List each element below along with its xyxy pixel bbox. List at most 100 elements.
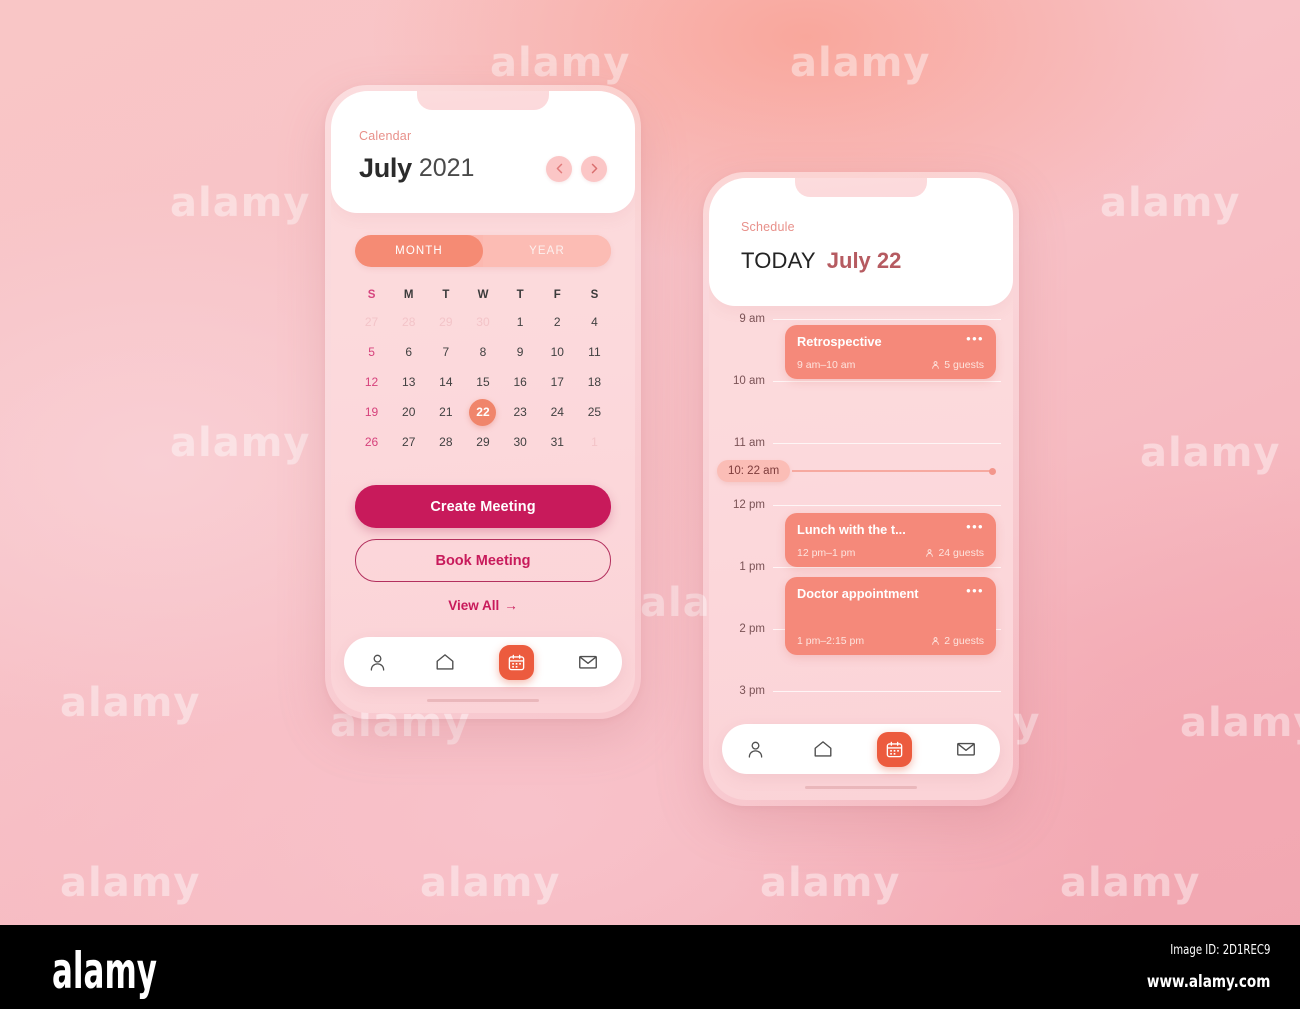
schedule-event-card[interactable]: Lunch with the t... ••• 12 pm–1 pm 24 guest…	[785, 513, 996, 567]
tab-home[interactable]	[810, 736, 836, 762]
schedule-today-label: TODAY	[741, 248, 816, 273]
calendar-day-number: 30	[513, 435, 527, 449]
create-meeting-button[interactable]: Create Meeting	[355, 485, 611, 528]
calendar-day[interactable]: 28	[390, 307, 427, 337]
footer-image-id: Image ID: 2D1REC9	[1169, 943, 1270, 958]
calendar-weekday-header: SMTWTFS	[353, 281, 613, 307]
calendar-day[interactable]: 2	[539, 307, 576, 337]
calendar-day[interactable]: 24	[539, 397, 576, 427]
hour-label: 11 am	[733, 436, 765, 449]
calendar-day[interactable]: 30	[464, 307, 501, 337]
book-meeting-button[interactable]: Book Meeting	[355, 539, 611, 582]
calendar-day[interactable]: 9	[502, 337, 539, 367]
timeline-hour-row: 11 am	[709, 437, 1001, 449]
phone-mockup-schedule: Schedule TODAY July 22 9 am 10 am 11 am 12 …	[703, 172, 1019, 806]
tab-mail[interactable]	[953, 736, 979, 762]
calendar-day[interactable]: 20	[390, 397, 427, 427]
calendar-day[interactable]: 27	[353, 307, 390, 337]
calendar-day-number: 7	[442, 345, 450, 359]
calendar-day[interactable]: 1	[502, 307, 539, 337]
next-month-button[interactable]	[581, 155, 607, 182]
home-indicator	[805, 785, 917, 789]
hour-label: 12 pm	[733, 498, 765, 511]
calendar-day[interactable]: 30	[502, 427, 539, 457]
event-meta-row: 12 pm–1 pm 24 guests	[797, 541, 984, 559]
calendar-day[interactable]: 12	[353, 367, 390, 397]
month-year-segmented-control[interactable]: MONTH YEAR	[355, 235, 611, 267]
calendar-day-number: 27	[402, 435, 416, 449]
tab-calendar-active[interactable]	[877, 731, 913, 767]
calendar-day[interactable]: 27	[390, 427, 427, 457]
calendar-day[interactable]: 29	[427, 307, 464, 337]
event-guest-count: 5 guests	[944, 359, 984, 371]
calendar-day[interactable]: 11	[576, 337, 613, 367]
ellipsis-icon[interactable]: •••	[958, 332, 984, 345]
calendar-day[interactable]: 8	[464, 337, 501, 367]
calendar-day-number: 28	[439, 435, 453, 449]
calendar-day[interactable]: 23	[502, 397, 539, 427]
calendar-screen: Calendar July 2021 MONTH YEAR S M T W T …	[331, 91, 635, 713]
calendar-header-card: Calendar July 2021	[331, 91, 635, 213]
ellipsis-icon[interactable]: •••	[958, 520, 984, 533]
calendar-day[interactable]: 21	[427, 397, 464, 427]
calendar-day[interactable]: 31	[539, 427, 576, 457]
calendar-day-selected[interactable]: 22	[464, 397, 501, 427]
segment-month[interactable]: MONTH	[355, 235, 483, 267]
hour-label: 3 pm	[739, 684, 765, 697]
calendar-day-number: 28	[402, 315, 416, 329]
calendar-week-row: 26 27 28 29 30 31 1	[353, 427, 613, 457]
calendar-day[interactable]: 10	[539, 337, 576, 367]
calendar-day-number: 12	[364, 375, 379, 389]
current-time-line	[792, 470, 990, 472]
calendar-day[interactable]: 6	[390, 337, 427, 367]
hour-divider	[773, 319, 1001, 320]
current-time-label: 10: 22 am	[717, 460, 791, 482]
calendar-day[interactable]: 7	[427, 337, 464, 367]
calendar-day[interactable]: 14	[427, 367, 464, 397]
schedule-event-card[interactable]: Retrospective ••• 9 am–10 am 5 guests	[785, 325, 996, 379]
calendar-day-number: 31	[550, 435, 564, 449]
calendar-day[interactable]: 15	[464, 367, 501, 397]
tab-home[interactable]	[432, 649, 458, 675]
calendar-day[interactable]: 1	[576, 427, 613, 457]
calendar-day[interactable]: 16	[502, 367, 539, 397]
calendar-week-row: 12 13 14 15 16 17 18	[353, 367, 613, 397]
calendar-day-number: 6	[405, 345, 413, 359]
person-icon	[932, 637, 940, 645]
view-all-link[interactable]: View All →	[355, 598, 611, 613]
event-time: 12 pm–1 pm	[797, 547, 856, 559]
bottom-tabbar-schedule	[722, 724, 1000, 774]
tab-profile[interactable]	[743, 736, 769, 762]
calendar-day-number: 18	[587, 375, 602, 389]
calendar-week-row: 27 28 29 30 1 2 4	[353, 307, 613, 337]
tab-mail[interactable]	[575, 649, 601, 675]
calendar-day-number: 8	[479, 345, 487, 359]
calendar-day[interactable]: 29	[464, 427, 501, 457]
calendar-day-number: 11	[588, 345, 601, 359]
calendar-week-row: 5 6 7 8 9 10 11	[353, 337, 613, 367]
prev-month-button[interactable]	[546, 155, 572, 182]
hour-divider	[773, 443, 1001, 444]
schedule-event-card[interactable]: Doctor appointment ••• 1 pm–2:15 pm 2 guest…	[785, 577, 996, 655]
ellipsis-icon[interactable]: •••	[958, 584, 984, 597]
calendar-day[interactable]: 5	[353, 337, 390, 367]
calendar-day[interactable]: 25	[576, 397, 613, 427]
timeline-hour-row: 12 pm	[709, 499, 1001, 511]
calendar-weekday-3: W	[477, 289, 489, 301]
event-guest-count: 2 guests	[944, 635, 984, 647]
calendar-day[interactable]: 4	[576, 307, 613, 337]
calendar-eyebrow: Calendar	[359, 129, 412, 143]
calendar-year-label: 2021	[418, 154, 475, 182]
alamy-logo: alamy	[52, 942, 157, 1000]
calendar-day[interactable]: 19	[353, 397, 390, 427]
tab-profile[interactable]	[365, 649, 391, 675]
calendar-day[interactable]: 17	[539, 367, 576, 397]
envelope-icon	[957, 742, 976, 756]
segment-year[interactable]: YEAR	[483, 235, 611, 267]
tab-calendar-active[interactable]	[499, 644, 535, 680]
calendar-day[interactable]: 13	[390, 367, 427, 397]
calendar-day[interactable]: 26	[353, 427, 390, 457]
event-guests: 2 guests	[931, 635, 984, 647]
calendar-day[interactable]: 18	[576, 367, 613, 397]
calendar-day[interactable]: 28	[427, 427, 464, 457]
